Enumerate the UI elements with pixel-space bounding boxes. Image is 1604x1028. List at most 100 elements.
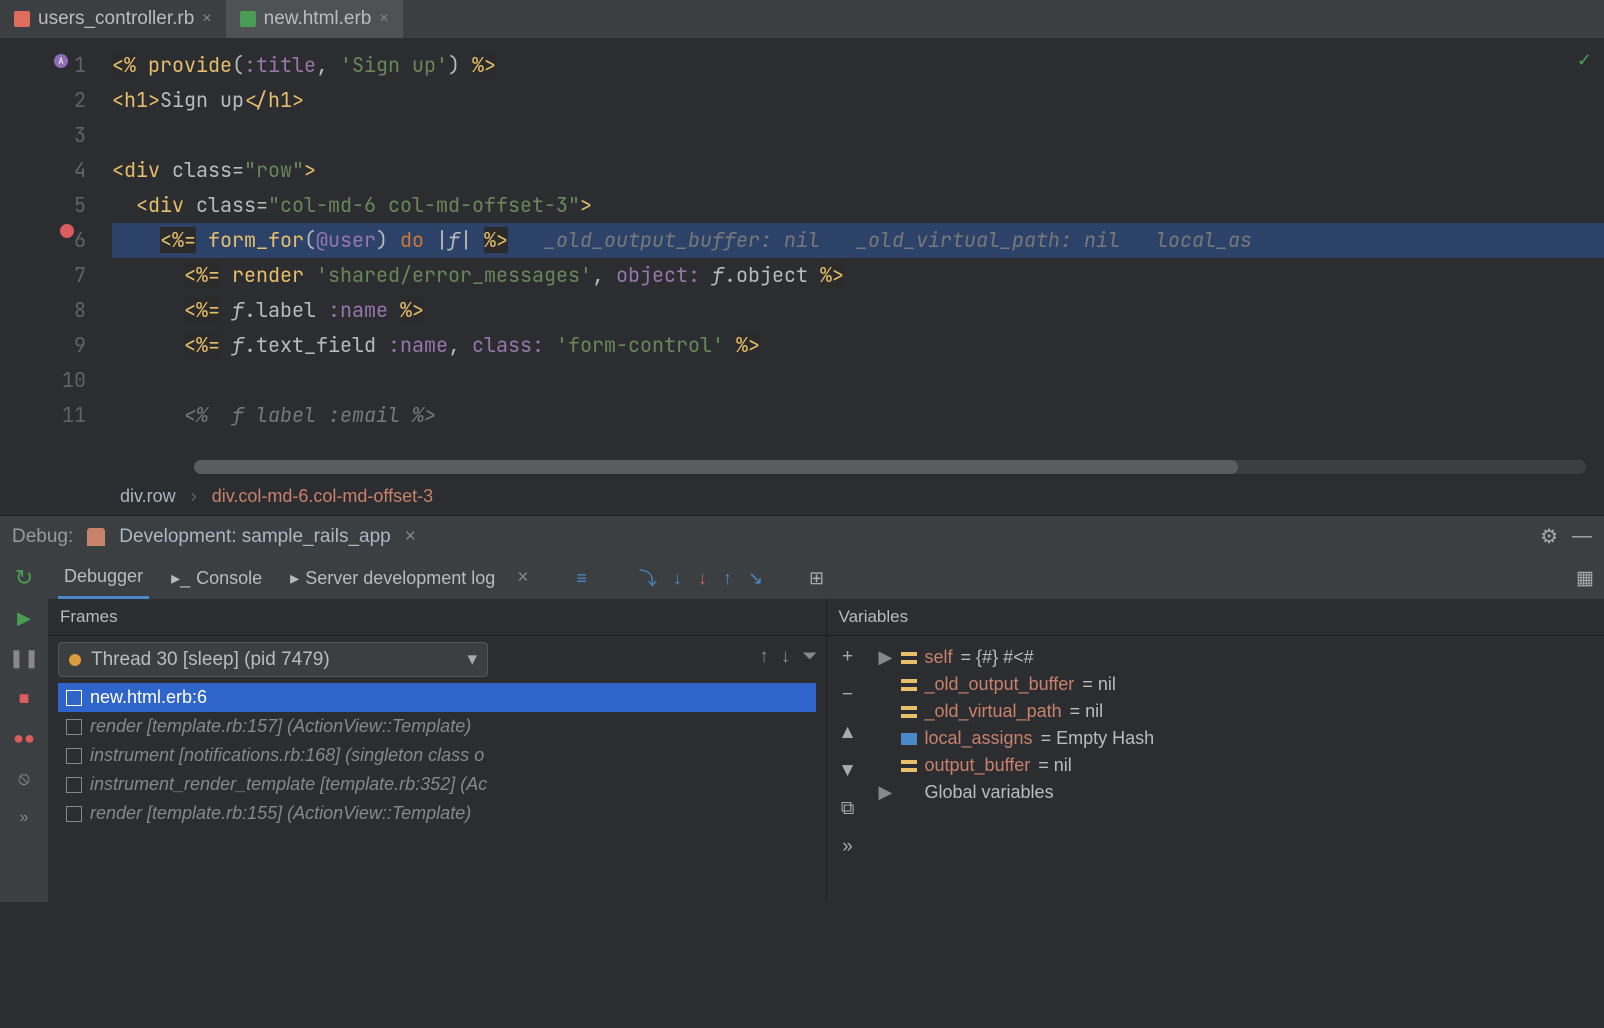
- var-name: _old_output_buffer: [925, 674, 1075, 695]
- pause-button[interactable]: ❚❚: [13, 647, 35, 669]
- frame-icon: [66, 806, 82, 822]
- close-icon[interactable]: ×: [202, 10, 211, 28]
- down-icon[interactable]: ▼: [838, 760, 857, 782]
- var-value: = {#} #<#: [961, 647, 1034, 668]
- frame-icon: [66, 690, 82, 706]
- variable-row[interactable]: local_assigns = Empty Hash: [875, 725, 1599, 752]
- debug-label: Debug:: [12, 526, 73, 548]
- stack-frame[interactable]: new.html.erb:6: [58, 683, 816, 712]
- stop-button[interactable]: ■: [13, 687, 35, 709]
- stack-frame[interactable]: instrument [notifications.rb:168] (singl…: [58, 741, 816, 770]
- chevron-right-icon: ›: [191, 486, 197, 506]
- variables-toolbar: + − ▲ ▼ ⧉ »: [827, 636, 869, 902]
- copy-icon[interactable]: ⧉: [841, 798, 855, 820]
- code-editor[interactable]: ✓ A 1234567891011 <% provide(:title, 'Si…: [0, 38, 1604, 478]
- more-icon[interactable]: »: [842, 836, 853, 858]
- close-icon[interactable]: ×: [405, 526, 416, 548]
- frames-header: Frames: [48, 599, 826, 636]
- gear-icon[interactable]: ⚙: [1540, 524, 1558, 549]
- tab-label: users_controller.rb: [38, 8, 194, 30]
- var-type-icon: [901, 787, 917, 799]
- tab-label: new.html.erb: [264, 8, 372, 30]
- close-icon[interactable]: ×: [517, 567, 528, 589]
- tab-console[interactable]: ▸_Console: [165, 557, 268, 599]
- variable-row[interactable]: ▶ Global variables: [875, 779, 1599, 806]
- var-type-icon: [901, 679, 917, 691]
- var-value: = nil: [1082, 674, 1116, 695]
- thread-status-icon: [69, 654, 81, 666]
- stack-frame[interactable]: render [template.rb:157] (ActionView::Te…: [58, 712, 816, 741]
- thread-label: Thread 30 [sleep] (pid 7479): [91, 649, 330, 671]
- stack-frame[interactable]: render [template.rb:155] (ActionView::Te…: [58, 799, 816, 828]
- expand-icon[interactable]: ▶: [879, 782, 893, 803]
- var-name: self: [925, 647, 953, 668]
- variable-row[interactable]: output_buffer = nil: [875, 752, 1599, 779]
- gutter[interactable]: A 1234567891011: [0, 38, 94, 478]
- variable-row[interactable]: ▶ self = {#} #<#: [875, 644, 1599, 671]
- debug-tabs: Debugger ▸_Console ▸Server development l…: [48, 557, 1604, 599]
- view-breakpoints-button[interactable]: ●●: [13, 727, 35, 749]
- variable-row[interactable]: _old_output_buffer = nil: [875, 671, 1599, 698]
- debug-panel: ↻ ▶ ❚❚ ■ ●● ⦸ » Debugger ▸_Console ▸Serv…: [0, 557, 1604, 902]
- minimize-icon[interactable]: —: [1572, 525, 1592, 548]
- layout-icon[interactable]: ▦: [1576, 567, 1594, 590]
- var-name: Global variables: [925, 782, 1054, 803]
- variable-row[interactable]: _old_virtual_path = nil: [875, 698, 1599, 725]
- tab-new-html-erb[interactable]: new.html.erb ×: [226, 0, 403, 38]
- breadcrumb[interactable]: div.row › div.col-md-6.col-md-offset-3: [0, 478, 1604, 515]
- breakpoint-icon[interactable]: [60, 224, 74, 238]
- code-area[interactable]: <% provide(:title, 'Sign up') %> <h1>Sig…: [94, 38, 1604, 478]
- more-button[interactable]: »: [13, 807, 35, 829]
- ruby-file-icon: [14, 11, 30, 27]
- breadcrumb-item[interactable]: div.col-md-6.col-md-offset-3: [212, 486, 433, 506]
- step-into-icon[interactable]: ↓: [673, 568, 682, 589]
- frame-icon: [66, 748, 82, 764]
- variables-panel: Variables + − ▲ ▼ ⧉ » ▶ self = {#} #<# _ol…: [826, 599, 1604, 902]
- var-name: local_assigns: [925, 728, 1033, 749]
- rerun-button[interactable]: ↻: [13, 567, 35, 589]
- debug-config-name[interactable]: Development: sample_rails_app: [119, 526, 390, 548]
- remove-watch-icon[interactable]: −: [842, 684, 853, 706]
- tab-debugger[interactable]: Debugger: [58, 557, 149, 599]
- var-value: = nil: [1070, 701, 1104, 722]
- mute-breakpoints-button[interactable]: ⦸: [13, 767, 35, 789]
- breadcrumb-item[interactable]: div.row: [120, 486, 176, 506]
- force-step-into-icon[interactable]: ↓: [698, 568, 707, 589]
- debug-toolbar: Debug: Development: sample_rails_app × ⚙…: [0, 515, 1604, 557]
- debug-config-icon: [87, 528, 105, 546]
- erb-file-icon: [240, 11, 256, 27]
- thread-selector[interactable]: Thread 30 [sleep] (pid 7479) ▾: [58, 642, 488, 677]
- tab-users-controller[interactable]: users_controller.rb ×: [0, 0, 226, 38]
- frame-icon: [66, 777, 82, 793]
- log-icon: ▸: [290, 568, 299, 589]
- analysis-icon[interactable]: A: [54, 54, 68, 68]
- up-icon[interactable]: ▲: [838, 722, 857, 744]
- threads-icon[interactable]: ≡: [576, 568, 587, 589]
- var-type-icon: [901, 706, 917, 718]
- tab-server-log[interactable]: ▸Server development log: [284, 557, 501, 599]
- close-icon[interactable]: ×: [379, 10, 388, 28]
- evaluate-icon[interactable]: ⊞: [809, 568, 824, 589]
- frames-panel: Frames ↑ ↓ ⏷ Thread 30 [sleep] (pid 7479…: [48, 599, 826, 902]
- add-watch-icon[interactable]: +: [842, 646, 853, 668]
- resume-button[interactable]: ▶: [13, 607, 35, 629]
- stack-frame[interactable]: instrument_render_template [template.rb:…: [58, 770, 816, 799]
- next-frame-icon[interactable]: ↓: [781, 646, 791, 668]
- prev-frame-icon[interactable]: ↑: [759, 646, 769, 668]
- chevron-down-icon: ▾: [467, 648, 477, 671]
- editor-tabbar: users_controller.rb × new.html.erb ×: [0, 0, 1604, 38]
- var-value: = Empty Hash: [1041, 728, 1155, 749]
- var-type-icon: [901, 733, 917, 745]
- filter-icon[interactable]: ⏷: [802, 646, 817, 668]
- horizontal-scrollbar[interactable]: [194, 460, 1586, 474]
- var-name: _old_virtual_path: [925, 701, 1062, 722]
- run-to-cursor-icon[interactable]: ↘: [748, 568, 763, 589]
- step-out-icon[interactable]: ↑: [723, 568, 732, 589]
- variables-header: Variables: [827, 599, 1604, 636]
- step-over-icon[interactable]: ⤵: [639, 565, 657, 591]
- expand-icon[interactable]: ▶: [879, 647, 893, 668]
- frame-icon: [66, 719, 82, 735]
- var-type-icon: [901, 760, 917, 772]
- debug-side-toolbar: ↻ ▶ ❚❚ ■ ●● ⦸ »: [0, 557, 48, 902]
- var-value: = nil: [1038, 755, 1072, 776]
